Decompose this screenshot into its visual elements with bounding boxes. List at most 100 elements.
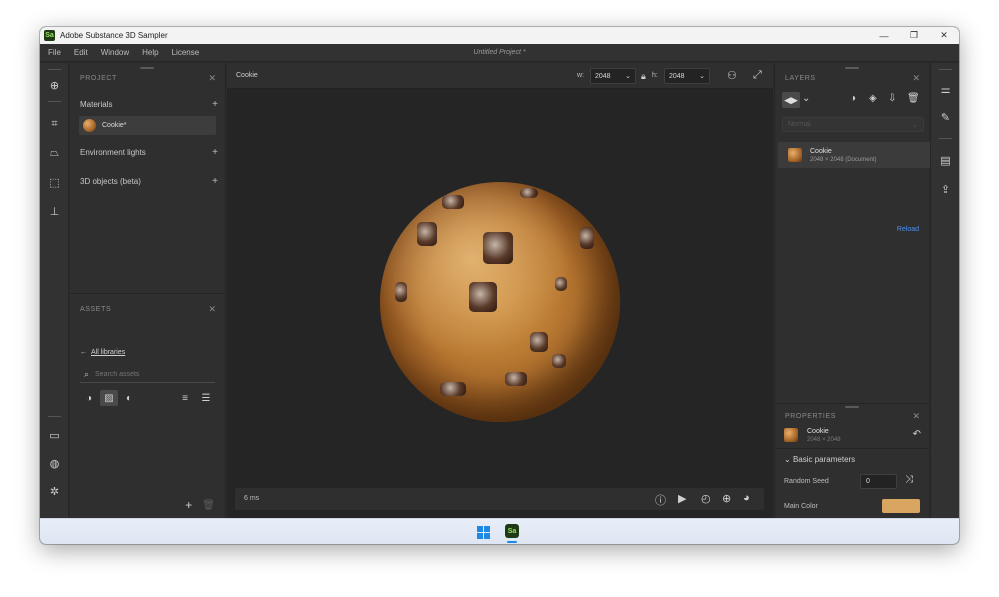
menu-bar: File Edit Window Help License Untitled P… (40, 44, 959, 62)
basic-parameters-toggle[interactable]: ⌄ Basic parameters (784, 455, 855, 464)
camera-icon[interactable]: ▶ (678, 492, 686, 505)
layer-name: Cookie (810, 147, 832, 155)
chevron-down-icon: ⌄ (625, 73, 631, 80)
taskbar-sampler-icon[interactable]: Sa (505, 524, 519, 538)
display-settings-icon[interactable]: ▭ (47, 428, 62, 443)
stamp-icon[interactable]: ⊥ (47, 204, 62, 219)
layer-thumbnail (788, 148, 802, 162)
measure-icon[interactable]: ✎ (938, 110, 953, 125)
chocolate-chip (442, 195, 464, 209)
properties-item: Cookie 2048 × 2048 ↶ (784, 424, 924, 446)
search-input[interactable] (95, 371, 206, 378)
chevron-down-icon[interactable]: ⌄ (802, 93, 810, 104)
add-filter-icon[interactable]: ◑ (850, 93, 856, 104)
chocolate-chip (552, 354, 566, 368)
maximize-button[interactable]: ❐ (899, 27, 929, 44)
sort-icon[interactable]: ≡ (176, 390, 194, 406)
share-icon[interactable]: ⇪ (938, 182, 953, 197)
shuffle-icon[interactable]: ⤨ (905, 474, 913, 485)
images-filter-icon[interactable]: ▨ (100, 390, 118, 406)
environment-filter-icon[interactable]: ◐ (120, 390, 138, 406)
width-select[interactable]: 2048 ⌄ (590, 68, 636, 84)
blend-mode-select[interactable]: Normal ⌄ (782, 117, 924, 132)
arrow-left-icon: ← (80, 349, 87, 356)
windows-start-icon[interactable] (477, 526, 490, 539)
info-icon[interactable]: ⓘ (655, 492, 666, 508)
main-color-label: Main Color (784, 503, 818, 510)
menu-file[interactable]: File (48, 48, 61, 57)
project-panel-close-icon[interactable]: ✕ (208, 73, 216, 84)
app-icon: Sa (44, 30, 55, 41)
materials-label: Materials (80, 99, 113, 109)
menu-window[interactable]: Window (101, 48, 129, 57)
fullscreen-icon[interactable]: ⤢ (753, 69, 762, 82)
reset-icon[interactable]: ↶ (913, 429, 921, 440)
perspective-icon[interactable]: ⏢ (47, 146, 62, 161)
sphere-mesh-icon[interactable]: ◕ (743, 492, 750, 504)
split-view-icon[interactable]: ◀▶ (782, 92, 800, 108)
width-label: w: (577, 72, 584, 79)
menu-help[interactable]: Help (142, 48, 158, 57)
viewport[interactable]: Cookie w: 2048 ⌄ 🔒︎ h: 2048 ⌄ ⚇ ⤢ 6 ms ⓘ… (227, 63, 773, 518)
assets-panel: ASSETS ✕ ← All libraries ⌕ ◑ ▨ ◐ ≡ ☰ + 🗑 (70, 293, 226, 518)
add-layer-icon[interactable]: ◈ (869, 93, 877, 104)
sliders-icon[interactable]: ⚌ (938, 82, 953, 97)
assets-actions: + 🗑 (185, 498, 215, 512)
properties-text: Cookie 2048 × 2048 (807, 428, 841, 443)
close-button[interactable]: ✕ (929, 27, 959, 44)
list-view-icon[interactable]: ☰ (197, 390, 215, 406)
environment-settings-icon[interactable]: ◍ (47, 456, 62, 471)
export-layer-icon[interactable]: ⇩ (888, 93, 896, 104)
reload-link[interactable]: Reload (897, 226, 919, 233)
properties-panel: PROPERTIES ✕ Cookie 2048 × 2048 ↶ ⌄ Basi… (774, 403, 929, 518)
lock-icon[interactable]: 🔒︎ (641, 71, 646, 82)
project-panel: PROJECT ✕ Materials + Cookie* Environmen… (70, 63, 226, 319)
menu-edit[interactable]: Edit (74, 48, 88, 57)
add-environment-icon[interactable]: + (212, 147, 218, 158)
plugins-icon[interactable]: ✲ (47, 484, 62, 499)
delete-layer-icon[interactable]: 🗑 (907, 93, 920, 104)
environment-icon[interactable]: ◴ (701, 492, 711, 505)
add-3d-object-icon[interactable]: + (212, 176, 218, 187)
chevron-down-icon: ⌄ (912, 121, 918, 129)
material-preview-sphere[interactable] (380, 182, 620, 422)
material-item-cookie[interactable]: Cookie* (79, 116, 216, 135)
main-color-swatch[interactable] (882, 499, 920, 513)
add-icon[interactable]: ⊕ (47, 78, 62, 93)
3d-objects-section: 3D objects (beta) + (80, 174, 218, 188)
assets-panel-close-icon[interactable]: ✕ (208, 304, 216, 315)
compare-view-icon[interactable]: ⚇ (727, 69, 737, 82)
app-window: Sa Adobe Substance 3D Sampler — ❐ ✕ File… (40, 27, 959, 544)
layer-toolbar: ◀▶ ⌄ ◑ ◈ ⇩ 🗑 (782, 92, 925, 108)
width-value: 2048 (595, 72, 611, 80)
materials-filter-icon[interactable]: ◑ (80, 390, 98, 406)
target-icon[interactable]: ⊕ (722, 492, 731, 505)
search-icon: ⌕ (84, 369, 90, 379)
minimize-button[interactable]: — (869, 27, 899, 44)
material-thumbnail (83, 119, 96, 132)
random-seed-field[interactable]: 0 (860, 474, 897, 489)
section-divider (775, 448, 929, 449)
add-material-icon[interactable]: + (212, 99, 218, 110)
transform-icon[interactable]: ⬚ (47, 175, 62, 190)
panel-grip[interactable] (140, 67, 154, 69)
add-asset-icon[interactable]: + (185, 498, 192, 512)
export-settings-icon[interactable]: ▤ (938, 153, 953, 168)
chocolate-chip (395, 282, 407, 302)
right-tool-rail: ⚌ ✎ ▤ ⇪ (930, 63, 959, 518)
viewport-toolbar: Cookie w: 2048 ⌄ 🔒︎ h: 2048 ⌄ ⚇ ⤢ (227, 63, 773, 89)
project-panel-title: PROJECT (80, 75, 117, 82)
layers-panel: LAYERS ✕ ◀▶ ⌄ ◑ ◈ ⇩ 🗑 Normal ⌄ Cookie 20… (774, 63, 930, 429)
layers-panel-close-icon[interactable]: ✕ (912, 73, 920, 84)
left-tool-rail: ⊕ ⌗ ⏢ ⬚ ⊥ ▭ ◍ ✲ (40, 63, 69, 518)
all-libraries-link[interactable]: ← All libraries (80, 349, 125, 356)
layer-item-cookie[interactable]: Cookie 2048 × 2048 (Document) (778, 142, 930, 168)
properties-panel-close-icon[interactable]: ✕ (912, 411, 920, 422)
height-select[interactable]: 2048 ⌄ (664, 68, 710, 84)
delete-asset-icon[interactable]: 🗑 (202, 500, 215, 511)
panel-grip[interactable] (845, 406, 859, 408)
rail-divider (939, 69, 952, 70)
crop-icon[interactable]: ⌗ (47, 117, 62, 132)
menu-license[interactable]: License (172, 48, 200, 57)
panel-grip[interactable] (845, 67, 859, 69)
